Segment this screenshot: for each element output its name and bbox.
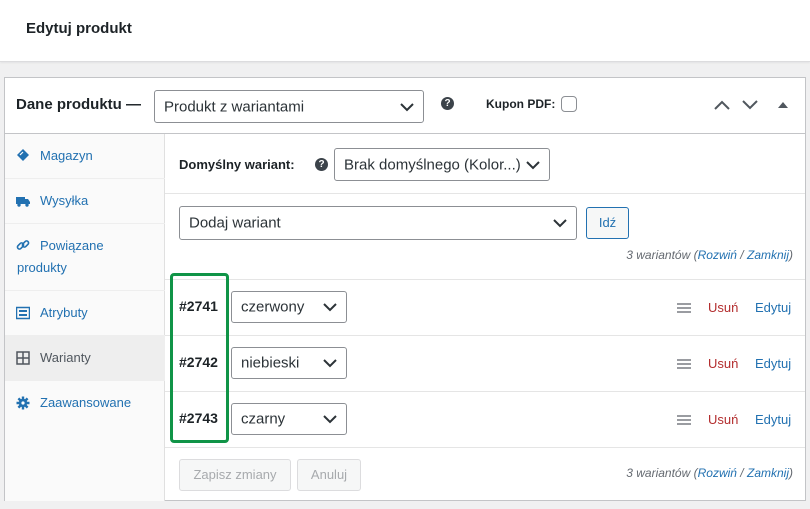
- tab-magazyn[interactable]: Magazyn: [5, 134, 165, 179]
- help-icon[interactable]: ?: [441, 97, 454, 110]
- tab-powiazane-produkty[interactable]: Powiązane produkty: [5, 224, 165, 291]
- variation-value: czarny: [241, 410, 286, 428]
- product-data-header: Dane produktu — Produkt z wariantami ? K…: [5, 78, 805, 134]
- go-button[interactable]: Idź: [586, 207, 629, 239]
- link-icon: [16, 240, 30, 250]
- chevron-down-icon: [400, 102, 414, 111]
- divider: [165, 391, 805, 392]
- cancel-button[interactable]: Anuluj: [297, 459, 361, 491]
- chevron-down-icon: [323, 415, 337, 424]
- tab-label: Warianty: [40, 350, 91, 365]
- edit-link[interactable]: Edytuj: [755, 356, 791, 371]
- variation-value: niebieski: [241, 354, 300, 372]
- count-suffix: ): [789, 466, 793, 480]
- menu-icon[interactable]: [677, 359, 691, 369]
- sep-text: /: [736, 248, 747, 262]
- tab-label: Magazyn: [40, 148, 93, 163]
- variations-count-bottom: 3 wariantów (Rozwiń / Zamknij): [626, 466, 793, 480]
- menu-icon[interactable]: [677, 415, 691, 425]
- add-variation-select[interactable]: Dodaj wariant: [179, 206, 577, 240]
- divider: [165, 279, 805, 280]
- variation-ids-highlight: [170, 273, 229, 443]
- variation-color-select[interactable]: niebieski: [231, 347, 347, 379]
- cancel-button-label: Anuluj: [310, 467, 348, 482]
- count-text: 3 wariantów (: [626, 248, 698, 262]
- tab-warianty[interactable]: Warianty: [5, 336, 165, 381]
- save-button-label: Zapisz zmiany: [193, 467, 277, 482]
- move-up-icon[interactable]: [713, 98, 731, 112]
- variation-color-select[interactable]: czarny: [231, 403, 347, 435]
- chevron-down-icon: [323, 303, 337, 312]
- tab-label: Wysyłka: [40, 193, 89, 208]
- toggle-panel-icon[interactable]: [777, 98, 789, 112]
- remove-link[interactable]: Usuń: [708, 356, 738, 371]
- product-data-tabs: Magazyn Wysyłka Powiązane produkty Atryb…: [5, 134, 165, 501]
- page-title: Edytuj produkt: [26, 20, 132, 37]
- add-variation-value: Dodaj wariant: [189, 214, 281, 232]
- count-suffix: ): [789, 248, 793, 262]
- product-data-label: Dane produktu —: [16, 96, 142, 113]
- kupon-pdf-label: Kupon PDF:: [486, 97, 556, 111]
- page-header: Edytuj produkt: [0, 0, 810, 62]
- diamond-tag-icon: [17, 149, 29, 161]
- tab-label-line2: produkty: [17, 260, 67, 275]
- variations-panel: Domyślny wariant: ? Brak domyślnego (Kol…: [165, 134, 805, 501]
- tab-label: Zaawansowane: [40, 395, 132, 410]
- truck-icon: [16, 197, 30, 207]
- tab-zaawansowane[interactable]: Zaawansowane: [5, 381, 165, 426]
- help-icon[interactable]: ?: [315, 158, 328, 171]
- default-variation-label: Domyślny wariant:: [179, 157, 295, 172]
- remove-link[interactable]: Usuń: [708, 412, 738, 427]
- chevron-down-icon: [323, 359, 337, 368]
- tab-label: Atrybuty: [40, 305, 88, 320]
- grid-icon: [16, 351, 30, 365]
- divider: [165, 193, 805, 194]
- chevron-down-icon: [526, 160, 540, 169]
- divider: [165, 335, 805, 336]
- product-type-value: Produkt z wariantami: [164, 98, 305, 115]
- list-icon: [16, 306, 30, 320]
- expand-link[interactable]: Rozwiń: [698, 466, 737, 480]
- expand-link[interactable]: Rozwiń: [698, 248, 737, 262]
- variation-value: czerwony: [241, 298, 305, 316]
- sep-text: /: [736, 466, 747, 480]
- remove-link[interactable]: Usuń: [708, 300, 738, 315]
- edit-link[interactable]: Edytuj: [755, 300, 791, 315]
- default-variation-value: Brak domyślnego (Kolor...): [344, 156, 521, 173]
- variations-count-top: 3 wariantów (Rozwiń / Zamknij): [626, 248, 793, 262]
- divider: [165, 447, 805, 448]
- count-text: 3 wariantów (: [626, 466, 698, 480]
- tab-atrybuty[interactable]: Atrybuty: [5, 291, 165, 336]
- save-changes-button[interactable]: Zapisz zmiany: [179, 459, 291, 491]
- product-type-select[interactable]: Produkt z wariantami: [154, 90, 424, 123]
- product-data-box: Dane produktu — Produkt z wariantami ? K…: [4, 77, 806, 501]
- edit-link[interactable]: Edytuj: [755, 412, 791, 427]
- gear-icon: [16, 396, 30, 410]
- menu-icon[interactable]: [677, 303, 691, 313]
- default-variation-select[interactable]: Brak domyślnego (Kolor...): [334, 148, 550, 181]
- chevron-down-icon: [553, 219, 567, 228]
- tab-wysylka[interactable]: Wysyłka: [5, 179, 165, 224]
- go-button-label: Idź: [598, 215, 617, 230]
- tab-label: Powiązane: [40, 238, 104, 253]
- move-down-icon[interactable]: [741, 98, 759, 112]
- kupon-pdf-checkbox[interactable]: [561, 96, 577, 112]
- close-link[interactable]: Zamknij: [747, 248, 789, 262]
- close-link[interactable]: Zamknij: [747, 466, 789, 480]
- variation-color-select[interactable]: czerwony: [231, 291, 347, 323]
